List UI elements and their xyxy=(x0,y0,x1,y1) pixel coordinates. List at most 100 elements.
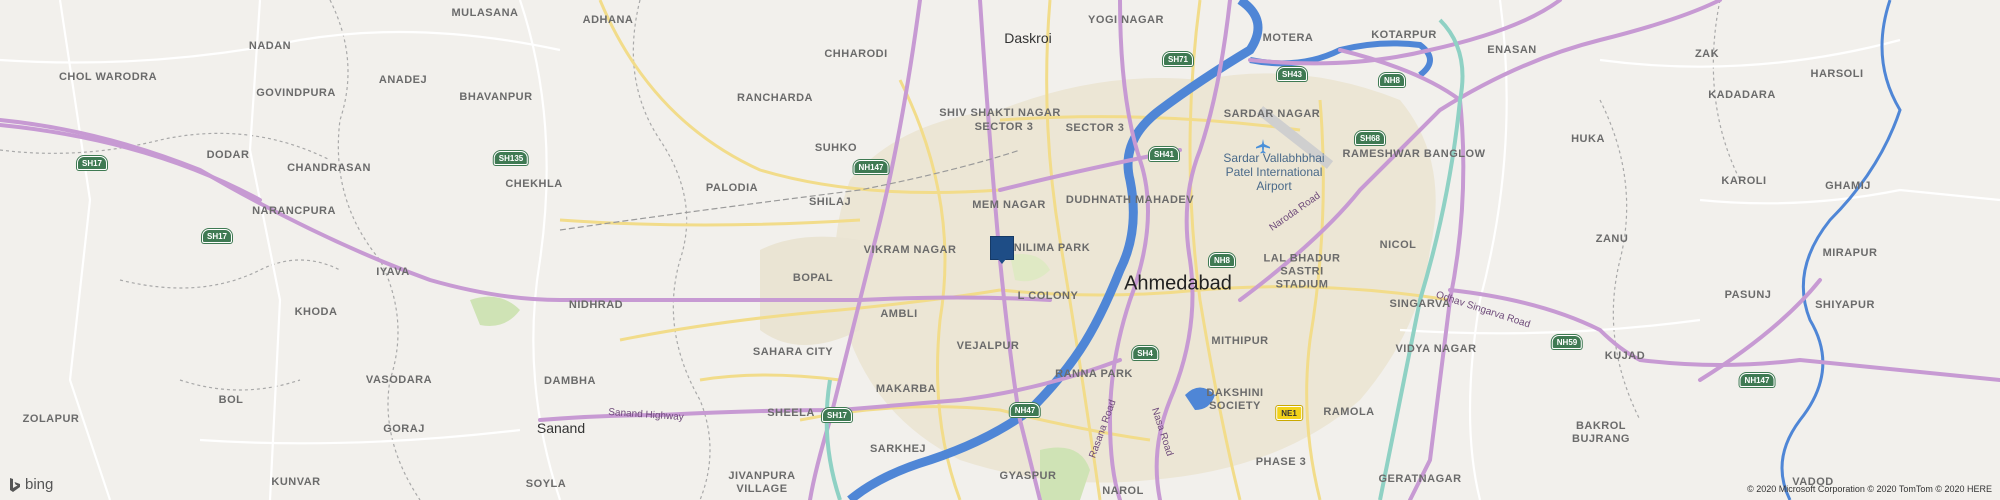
place-label-shiyapur: SHIYAPUR xyxy=(1815,299,1875,311)
place-label-bol: BOL xyxy=(218,394,244,406)
place-label-kotarpur: KOTARPUR xyxy=(1371,29,1437,41)
shield-sh43: SH43 xyxy=(1276,67,1308,81)
place-label-shiv-shakti-nagar: SHIV SHAKTI NAGAR xyxy=(939,107,1061,119)
place-label-sheela: SHEELA xyxy=(767,407,815,419)
copyright-notice: © 2020 Microsoft Corporation © 2020 TomT… xyxy=(1747,484,1992,494)
place-label-dodar: DODAR xyxy=(206,149,250,161)
location-pin-icon[interactable] xyxy=(990,236,1014,264)
place-label-mulasana: MULASANA xyxy=(451,7,519,19)
place-label-govindpura: GOVINDPURA xyxy=(256,87,336,99)
place-label-vidya-nagar: VIDYA NAGAR xyxy=(1395,343,1477,355)
bing-wordmark: bing xyxy=(25,476,54,493)
place-label-dudhnath: DUDHNATH MAHADEV xyxy=(1065,194,1195,206)
place-label-soyla: SOYLA xyxy=(525,478,567,490)
urban-area-west xyxy=(760,236,860,345)
shield-sh17-b: SH17 xyxy=(201,229,233,243)
shield-nh147-a: NH147 xyxy=(853,160,889,174)
map-canvas[interactable]: MULASANA ADHANA Daskroi YOGI NAGAR MOTER… xyxy=(0,0,2000,500)
shield-nh47: NH47 xyxy=(1009,403,1041,417)
bing-icon xyxy=(10,477,20,492)
airport-label: Sardar Vallabhbhai Patel International A… xyxy=(1223,151,1325,193)
shield-sh17-c: SH17 xyxy=(821,408,853,422)
place-label-sardar-nagar: SARDAR NAGAR xyxy=(1223,108,1321,120)
shield-nh59: NH59 xyxy=(1551,335,1583,349)
place-label-sanand: Sanand xyxy=(536,420,586,436)
place-label-zolapur: ZOLAPUR xyxy=(22,413,80,425)
place-label-jivanpura: JIVANPURA VILLAGE xyxy=(728,470,796,495)
place-label-ghamij: GHAMIJ xyxy=(1825,180,1871,192)
place-label-geratnagar: GERATNAGAR xyxy=(1378,473,1462,485)
place-label-sahara-city: SAHARA CITY xyxy=(752,346,834,358)
place-label-kadadara: KADADARA xyxy=(1708,89,1776,101)
place-label-goraj: GORAJ xyxy=(383,423,425,435)
shield-nh8-mid: NH8 xyxy=(1208,253,1236,267)
place-label-nadan: NADAN xyxy=(248,40,292,52)
place-label-shilaj: SHILAJ xyxy=(808,196,852,208)
place-label-dambha: DAMBHA xyxy=(544,375,596,387)
place-label-sarkhej: SARKHEJ xyxy=(869,443,927,455)
place-label-anadej: ANADEJ xyxy=(378,74,428,86)
place-label-karoli: KAROLI xyxy=(1721,175,1767,187)
place-label-motera: MOTERA xyxy=(1262,32,1314,44)
shield-sh71: SH71 xyxy=(1162,52,1194,66)
shield-nh8-top: NH8 xyxy=(1378,73,1406,87)
bing-logo[interactable]: bing xyxy=(8,476,53,493)
place-label-kujad: KUJAD xyxy=(1604,350,1646,362)
place-label-ramola: RAMOLA xyxy=(1323,406,1375,418)
place-label-gyaspur: GYASPUR xyxy=(999,470,1057,482)
shield-sh4: SH4 xyxy=(1132,346,1158,360)
place-label-makarba: MAKARBA xyxy=(875,383,937,395)
place-label-chandrasan: CHANDRASAN xyxy=(287,162,371,174)
place-label-chekhla: CHEKHLA xyxy=(505,178,563,190)
shield-sh135: SH135 xyxy=(493,151,529,165)
place-label-dakshini: DAKSHINI SOCIETY xyxy=(1206,387,1264,412)
place-label-l-colony: L COLONY xyxy=(1017,290,1079,302)
airport-icon xyxy=(1256,139,1270,154)
shield-nh147-b: NH147 xyxy=(1739,373,1775,387)
place-label-kunvar: KUNVAR xyxy=(271,476,321,488)
place-label-phase-3: PHASE 3 xyxy=(1255,456,1307,468)
place-label-rameshwar: RAMESHWAR BANGLOW xyxy=(1342,148,1486,160)
place-label-lal-bhadur: LAL BHADUR SASTRI STADIUM xyxy=(1263,252,1341,291)
shield-ne1: NE1 xyxy=(1276,406,1302,420)
place-label-bhavanpur: BHAVANPUR xyxy=(459,91,533,103)
place-label-sector-3b: SECTOR 3 xyxy=(1065,122,1125,134)
place-label-chol-warodra: CHOL WARODRA xyxy=(58,71,158,83)
place-label-suhko: SUHKO xyxy=(814,142,858,154)
place-label-huka: HUKA xyxy=(1571,133,1605,145)
place-label-zak: ZAK xyxy=(1694,48,1720,60)
place-label-vasodara: VASODARA xyxy=(365,374,433,386)
park-area xyxy=(470,296,520,326)
place-label-palodia: PALODIA xyxy=(705,182,759,194)
shield-sh17-a: SH17 xyxy=(76,156,108,170)
place-label-bopal: BOPAL xyxy=(792,272,834,284)
place-label-nilima-park: NILIMA PARK xyxy=(1013,242,1091,254)
place-label-daskroi: Daskroi xyxy=(1004,30,1052,46)
place-label-mem-nagar: MEM NAGAR xyxy=(972,199,1046,211)
shield-sh41: SH41 xyxy=(1148,147,1180,161)
place-label-nidhrad: NIDHRAD xyxy=(568,299,624,311)
place-label-pasunj: PASUNJ xyxy=(1724,289,1772,301)
place-label-mithipur: MITHIPUR xyxy=(1211,335,1269,347)
place-label-enasan: ENASAN xyxy=(1487,44,1537,56)
place-label-ranna-park: RANNA PARK xyxy=(1055,368,1133,380)
place-label-narol: NAROL xyxy=(1102,485,1144,497)
ring-road-west xyxy=(824,379,842,500)
place-label-mirapur: MIRAPUR xyxy=(1822,247,1878,259)
place-label-adhana: ADHANA xyxy=(582,14,634,26)
place-label-vikram-nagar: VIKRAM NAGAR xyxy=(863,244,957,256)
place-label-zanu: ZANU xyxy=(1595,233,1629,245)
place-label-ahmedabad[interactable]: Ahmedabad xyxy=(1124,273,1232,296)
place-label-khoda: KHODA xyxy=(294,306,338,318)
place-label-vejalpur: VEJALPUR xyxy=(956,340,1020,352)
place-label-sector-3a: SECTOR 3 xyxy=(974,121,1034,133)
place-label-bakrol: BAKROL BUJRANG xyxy=(1572,420,1630,445)
place-label-yogi-nagar: YOGI NAGAR xyxy=(1088,14,1164,26)
shield-sh68: SH68 xyxy=(1354,131,1386,145)
place-label-narancpura: NARANCPURA xyxy=(252,205,336,217)
place-label-rancharda: RANCHARDA xyxy=(737,92,813,104)
place-label-chharodi: CHHARODI xyxy=(824,48,888,60)
place-label-nicol: NICOL xyxy=(1379,239,1417,251)
place-label-ambli: AMBLI xyxy=(880,308,918,320)
place-label-iyava: IYAVA xyxy=(376,266,410,278)
